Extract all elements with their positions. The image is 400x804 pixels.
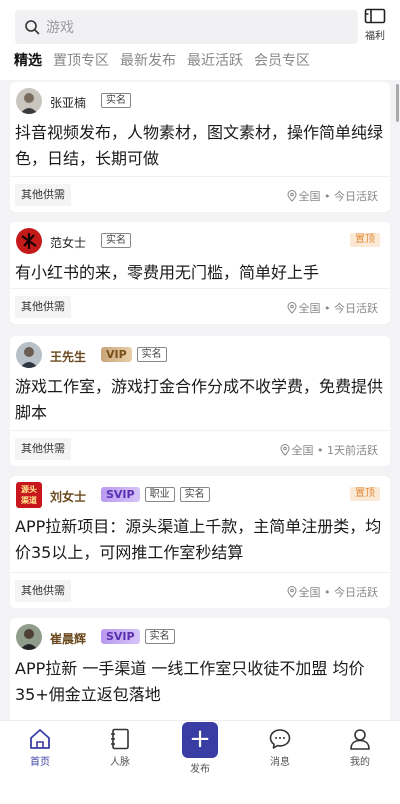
tab-pinned[interactable]: 置顶专区 bbox=[53, 50, 109, 70]
category-tabs: 精选 置顶专区 最新发布 最近活跃 会员专区 bbox=[0, 50, 400, 72]
post-card[interactable]: 张亚楠 实名 抖音视频发布，人物素材，图文素材，操作简单纯绿色，日结，长期可做 … bbox=[10, 82, 390, 212]
post-meta: 全国 • 今日活跃 bbox=[287, 584, 378, 600]
avatar[interactable] bbox=[16, 342, 42, 368]
nav-home-label: 首页 bbox=[30, 757, 50, 768]
verified-badge: 实名 bbox=[144, 629, 175, 644]
nav-contacts-label: 人脉 bbox=[110, 757, 130, 768]
post-meta: 全国 • 今日活跃 bbox=[287, 188, 378, 204]
profile-icon bbox=[350, 729, 370, 750]
badge-group: SVIP 实名 bbox=[101, 629, 175, 644]
message-icon bbox=[269, 729, 291, 749]
post-header: 张亚楠 实名 bbox=[10, 82, 390, 118]
activity-text: 1天前活跃 bbox=[327, 444, 378, 457]
post-content[interactable]: 游戏工作室，游戏打金合作分成不收学费，免费提供脚本 bbox=[15, 374, 383, 426]
vip-badge: VIP bbox=[101, 347, 132, 362]
pinned-badge: 置顶 bbox=[350, 487, 380, 501]
post-content[interactable]: APP拉新项目：源头渠道上千款，主简单注册类，均价35以上，可网推工作室秒结算 bbox=[15, 514, 383, 566]
badge-group: SVIP 职业 实名 bbox=[101, 487, 210, 502]
home-icon bbox=[30, 729, 50, 749]
post-card[interactable]: 崔晨辉 SVIP 实名 APP拉新 一手渠道 一线工作室只收徒不加盟 均价35+… bbox=[10, 618, 390, 720]
nav-profile-label: 我的 bbox=[350, 757, 370, 768]
author-name[interactable]: 崔晨辉 bbox=[50, 630, 86, 647]
category-tag: 其他供需 bbox=[15, 580, 71, 602]
nav-publish[interactable]: + 发布 bbox=[170, 722, 230, 775]
category-tag: 其他供需 bbox=[15, 438, 71, 460]
avatar[interactable] bbox=[16, 88, 42, 114]
nav-publish-label: 发布 bbox=[190, 764, 210, 775]
verified-badge: 实名 bbox=[101, 93, 131, 108]
welfare-icon bbox=[364, 8, 386, 24]
location-icon bbox=[280, 444, 290, 456]
location-text: 全国 bbox=[291, 444, 314, 457]
author-name[interactable]: 王先生 bbox=[50, 348, 86, 365]
contacts-icon bbox=[111, 728, 129, 750]
tab-featured[interactable]: 精选 bbox=[14, 50, 42, 70]
occupation-badge: 职业 bbox=[144, 487, 175, 502]
post-footer: 其他供需 全国 • 今日活跃 bbox=[10, 176, 390, 212]
location-text: 全国 bbox=[298, 302, 321, 315]
category-tag: 其他供需 bbox=[15, 184, 71, 206]
location-icon bbox=[287, 302, 297, 314]
post-footer: 其他供需 全国 • 今日活跃 bbox=[10, 288, 390, 324]
top-header: 游戏 福利 精选 置顶专区 最新发布 最近活跃 会员专区 bbox=[0, 0, 400, 80]
badge-group: 实名 bbox=[101, 93, 131, 108]
post-card[interactable]: 王先生 VIP 实名 游戏工作室，游戏打金合作分成不收学费，免费提供脚本 其他供… bbox=[10, 336, 390, 466]
post-feed[interactable]: 张亚楠 实名 抖音视频发布，人物素材，图文素材，操作简单纯绿色，日结，长期可做 … bbox=[0, 80, 400, 720]
avatar[interactable]: 源头 渠道 bbox=[16, 482, 42, 508]
avatar[interactable] bbox=[16, 624, 42, 650]
activity-text: 今日活跃 bbox=[334, 190, 378, 203]
verified-badge: 实名 bbox=[136, 347, 167, 362]
post-content[interactable]: 有小红书的来，零费用无门槛，简单好上手 bbox=[15, 260, 383, 286]
activity-text: 今日活跃 bbox=[334, 302, 378, 315]
avatar-text: 源头 渠道 bbox=[21, 485, 37, 505]
welfare-button[interactable]: 福利 bbox=[360, 8, 390, 42]
location-text: 全国 bbox=[298, 586, 321, 599]
post-footer: 其他供需 全国 • 1天前活跃 bbox=[10, 430, 390, 466]
verified-badge: 实名 bbox=[101, 233, 131, 248]
tab-member-zone[interactable]: 会员专区 bbox=[254, 50, 310, 70]
verified-badge: 实名 bbox=[179, 487, 210, 502]
badge-group: VIP 实名 bbox=[101, 347, 167, 362]
search-placeholder: 游戏 bbox=[46, 20, 74, 36]
post-footer: 其他供需 全国 • 今日活跃 bbox=[10, 572, 390, 608]
post-header: 源头 渠道 刘女士 SVIP 职业 实名 置顶 bbox=[10, 476, 390, 512]
post-content[interactable]: APP拉新 一手渠道 一线工作室只收徒不加盟 均价35+佣金立返包落地 bbox=[15, 656, 383, 708]
post-meta: 全国 • 今日活跃 bbox=[287, 300, 378, 316]
post-card[interactable]: 范女士 实名 置顶 有小红书的来，零费用无门槛，简单好上手 其他供需 全国 • … bbox=[10, 222, 390, 324]
avatar[interactable] bbox=[16, 228, 42, 254]
plus-icon: + bbox=[182, 722, 218, 758]
nav-home[interactable]: 首页 bbox=[10, 727, 70, 768]
location-text: 全国 bbox=[298, 190, 321, 203]
category-tag: 其他供需 bbox=[15, 296, 71, 318]
nav-profile[interactable]: 我的 bbox=[330, 727, 390, 768]
welfare-label: 福利 bbox=[365, 31, 385, 42]
nav-messages-label: 消息 bbox=[270, 757, 290, 768]
search-bar[interactable]: 游戏 bbox=[15, 10, 358, 44]
badge-group: 实名 bbox=[101, 233, 131, 248]
post-meta: 全国 • 1天前活跃 bbox=[280, 442, 378, 458]
author-name[interactable]: 范女士 bbox=[50, 234, 86, 251]
activity-text: 今日活跃 bbox=[334, 586, 378, 599]
scrollbar[interactable] bbox=[396, 84, 399, 122]
tab-latest[interactable]: 最新发布 bbox=[120, 50, 176, 70]
post-content[interactable]: 抖音视频发布，人物素材，图文素材，操作简单纯绿色，日结，长期可做 bbox=[15, 120, 383, 172]
author-name[interactable]: 张亚楠 bbox=[50, 94, 86, 111]
location-icon bbox=[287, 190, 297, 202]
author-name[interactable]: 刘女士 bbox=[50, 488, 86, 505]
tab-recently-active[interactable]: 最近活跃 bbox=[187, 50, 243, 70]
post-header: 范女士 实名 置顶 bbox=[10, 222, 390, 258]
nav-messages[interactable]: 消息 bbox=[250, 727, 310, 768]
svip-badge: SVIP bbox=[101, 629, 140, 644]
search-icon bbox=[25, 20, 40, 35]
post-header: 崔晨辉 SVIP 实名 bbox=[10, 618, 390, 654]
pinned-badge: 置顶 bbox=[350, 233, 380, 247]
nav-contacts[interactable]: 人脉 bbox=[90, 727, 150, 768]
location-icon bbox=[287, 586, 297, 598]
bottom-nav: 首页 人脉 + 发布 消息 我的 bbox=[0, 720, 400, 804]
post-card[interactable]: 源头 渠道 刘女士 SVIP 职业 实名 置顶 APP拉新项目：源头渠道上千款，… bbox=[10, 476, 390, 608]
svip-badge: SVIP bbox=[101, 487, 140, 502]
post-header: 王先生 VIP 实名 bbox=[10, 336, 390, 372]
